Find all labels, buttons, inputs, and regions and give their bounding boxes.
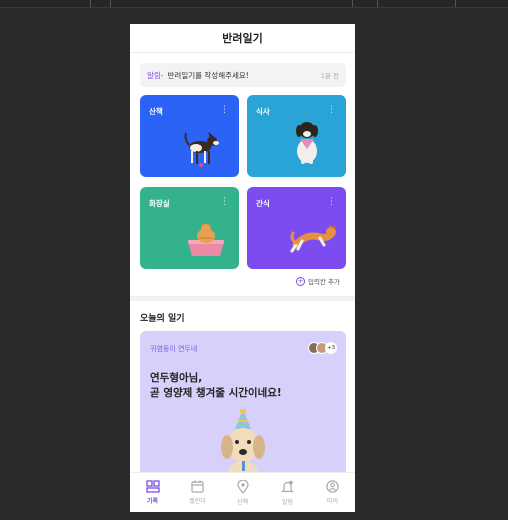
today-diary-card[interactable]: 귀염둥이 연두네 +3 연두형아님, 곧 영양제 챙겨줄 시간이네요! (140, 331, 346, 481)
tab-label: 알림 (281, 498, 294, 506)
strip-divider (352, 0, 353, 7)
record-icon (145, 480, 160, 493)
card-label: 산책 (149, 107, 163, 116)
location-icon (236, 479, 249, 494)
card-snack[interactable]: 간식 ⋮ (247, 187, 346, 269)
tab-notification[interactable]: 알림 (265, 473, 310, 512)
strip-divider (90, 0, 91, 7)
card-label: 식사 (256, 107, 270, 116)
tab-my[interactable]: 마이 (310, 473, 355, 512)
bell-icon (281, 480, 294, 492)
more-icon[interactable]: ⋮ (327, 198, 336, 207)
notice-time: 1분 전 (320, 72, 339, 80)
add-field-label: 입력칸 추가 (308, 278, 340, 286)
tab-calendar[interactable]: 캘린더 (175, 473, 220, 512)
tab-label: 산책 (236, 498, 249, 506)
card-toilet[interactable]: 화장실 ⋮ (140, 187, 239, 269)
tab-label: 캘린더 (189, 498, 206, 505)
editor-top-strip (0, 0, 508, 8)
tab-label: 기록 (146, 498, 159, 505)
headline-line: 연두형아님, (150, 372, 203, 384)
section-title: 오늘의 일기 (140, 314, 185, 324)
plus-circle-icon: + (296, 276, 306, 286)
jumping-cat-icon (290, 224, 336, 253)
notice-message: 반려일기를 작성해주세요! (167, 70, 249, 80)
notice-tag: 알림- (147, 70, 164, 80)
profile-icon (326, 480, 339, 493)
page-title: 반려일기 (222, 32, 263, 45)
member-more-count: +3 (325, 342, 337, 354)
strip-divider (377, 0, 378, 7)
card-meal[interactable]: 식사 ⋮ (247, 95, 346, 177)
notice-banner[interactable]: 알림- 반려일기를 작성해주세요! 1분 전 (140, 63, 346, 87)
diary-headline: 연두형아님, 곧 영양제 챙겨줄 시간이네요! (150, 371, 282, 401)
app-header: 반려일기 (130, 24, 355, 53)
card-walk[interactable]: 산책 ⋮ (140, 95, 239, 177)
more-icon[interactable]: ⋮ (327, 106, 336, 115)
cat-litter-icon (188, 222, 224, 256)
headline-line: 곧 영양제 챙겨줄 시간이네요! (150, 387, 282, 399)
bottom-tab-bar: 기록 캘린더 산책 알림 마이 (130, 472, 355, 512)
member-avatars[interactable]: +3 (308, 342, 337, 354)
card-label: 화장실 (149, 199, 170, 208)
walking-dog-icon (184, 132, 219, 167)
card-label: 간식 (256, 199, 270, 208)
section-divider (130, 296, 355, 301)
strip-divider (455, 0, 456, 7)
more-icon[interactable]: ⋮ (220, 106, 229, 115)
add-field-button[interactable]: + 입력칸 추가 (296, 276, 340, 286)
tab-label: 마이 (326, 498, 339, 505)
sitting-dog-icon (296, 122, 318, 164)
party-dog-icon (221, 409, 265, 481)
more-icon[interactable]: ⋮ (220, 198, 229, 207)
tab-record[interactable]: 기록 (130, 473, 175, 512)
diary-subtitle: 귀염둥이 연두네 (150, 345, 198, 353)
calendar-icon (191, 480, 204, 493)
tab-walk[interactable]: 산책 (220, 473, 265, 512)
strip-divider (110, 0, 111, 7)
app-screen: 반려일기 알림- 반려일기를 작성해주세요! 1분 전 산책 ⋮ 식사 ⋮ 화장… (130, 24, 355, 512)
